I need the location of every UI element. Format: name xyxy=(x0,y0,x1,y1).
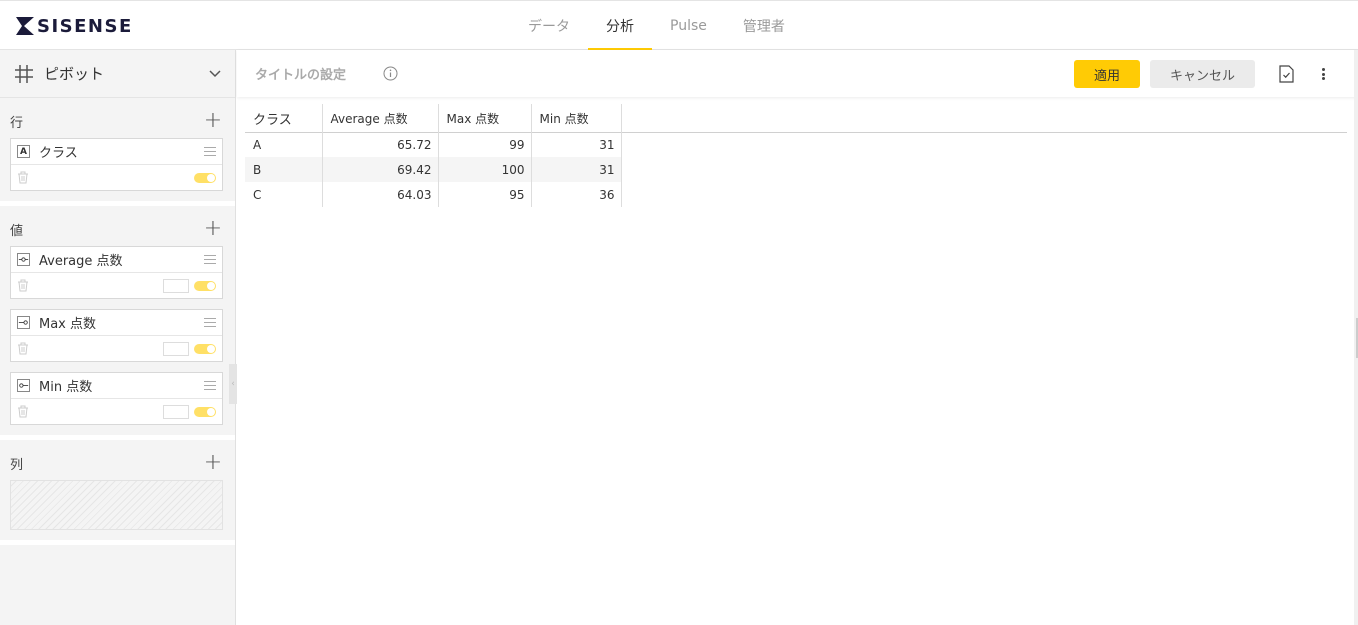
value-field-max[interactable]: Max 点数 xyxy=(10,309,223,362)
row-field-label: クラス xyxy=(39,146,78,161)
pivot-grid-icon xyxy=(15,64,33,83)
drag-handle-icon[interactable] xyxy=(204,381,216,390)
table-cell: 31 xyxy=(531,157,622,182)
table-cell: B xyxy=(245,157,323,182)
trash-icon[interactable] xyxy=(17,171,29,184)
columns-drop-zone[interactable] xyxy=(10,480,223,530)
table-header-row: クラス Average 点数 Max 点数 Min 点数 xyxy=(245,104,622,132)
table-cell: 64.03 xyxy=(322,182,439,207)
pivot-table: クラス Average 点数 Max 点数 Min 点数 A 65.72 99 … xyxy=(245,104,622,207)
trash-icon[interactable] xyxy=(17,405,29,418)
panel-collapse-handle[interactable]: ‹ xyxy=(229,364,237,404)
info-icon[interactable] xyxy=(383,66,398,81)
drag-handle-icon[interactable] xyxy=(204,318,216,327)
top-navbar: SISENSE データ 分析 Pulse 管理者 xyxy=(0,0,1358,51)
table-cell: 95 xyxy=(438,182,532,207)
document-check-icon[interactable] xyxy=(1279,65,1294,83)
value-toggle[interactable] xyxy=(194,343,216,354)
column-header[interactable]: クラス xyxy=(245,104,323,132)
sisense-logo[interactable]: SISENSE xyxy=(16,15,133,37)
row-toggle[interactable] xyxy=(194,172,216,183)
row-field[interactable]: A クラス xyxy=(10,138,223,191)
columns-title: 列 xyxy=(10,457,24,473)
trash-icon[interactable] xyxy=(17,342,29,355)
widget-designer-panel: ピボット 行 + A クラス 値 + Average 点数 Max 点数 Min… xyxy=(0,50,237,625)
trash-icon[interactable] xyxy=(17,279,29,292)
text-type-icon: A xyxy=(17,145,30,158)
table-cell: A xyxy=(245,132,323,157)
average-measure-icon xyxy=(17,253,30,266)
sisense-logo-icon xyxy=(16,17,34,35)
min-measure-icon xyxy=(17,379,30,392)
value-field-label: Average 点数 xyxy=(39,254,123,269)
add-column-button[interactable]: + xyxy=(203,452,223,474)
value-field-label: Min 点数 xyxy=(39,380,93,395)
logo-text: SISENSE xyxy=(37,15,133,37)
column-header[interactable]: Average 点数 xyxy=(322,104,439,132)
column-header[interactable]: Max 点数 xyxy=(438,104,532,132)
table-cell: 65.72 xyxy=(322,132,439,157)
table-cell: 31 xyxy=(531,132,622,157)
table-cell: 36 xyxy=(531,182,622,207)
format-box[interactable] xyxy=(163,404,189,419)
value-toggle[interactable] xyxy=(194,406,216,417)
table-cell: C xyxy=(245,182,323,207)
value-toggle[interactable] xyxy=(194,280,216,291)
add-row-button[interactable]: + xyxy=(203,110,223,132)
columns-section: 列 + xyxy=(0,440,235,545)
table-cell: 69.42 xyxy=(322,157,439,182)
table-row: C 64.03 95 36 xyxy=(245,182,622,207)
format-box[interactable] xyxy=(163,341,189,356)
table-cell: 100 xyxy=(438,157,532,182)
tab-admin[interactable]: 管理者 xyxy=(725,1,803,50)
tab-data[interactable]: データ xyxy=(510,1,588,50)
rows-section: 行 + A クラス xyxy=(0,98,235,206)
apply-button[interactable]: 適用 xyxy=(1074,60,1140,88)
drag-handle-icon[interactable] xyxy=(204,147,216,156)
add-value-button[interactable]: + xyxy=(203,218,223,240)
column-header[interactable]: Min 点数 xyxy=(531,104,622,132)
values-section: 値 + Average 点数 Max 点数 Min 点数 xyxy=(0,206,235,440)
more-options-icon[interactable] xyxy=(1317,66,1329,82)
value-field-label: Max 点数 xyxy=(39,317,97,332)
tab-analytics[interactable]: 分析 xyxy=(588,1,652,51)
widget-type-label: ピボット xyxy=(44,65,105,83)
format-box[interactable] xyxy=(163,278,189,293)
cancel-button[interactable]: キャンセル xyxy=(1150,60,1255,88)
drag-handle-icon[interactable] xyxy=(204,255,216,264)
chevron-down-icon[interactable] xyxy=(209,69,221,78)
value-field-min[interactable]: Min 点数 xyxy=(10,372,223,425)
table-row: B 69.42 100 31 xyxy=(245,157,622,182)
max-measure-icon xyxy=(17,316,30,329)
table-cell: 99 xyxy=(438,132,532,157)
widget-type-selector[interactable]: ピボット xyxy=(0,50,235,98)
main-nav: データ 分析 Pulse 管理者 xyxy=(510,1,803,51)
widget-preview-area: タイトルの設定 適用 キャンセル クラス Average 点数 Max 点数 M… xyxy=(237,50,1358,625)
value-field-average[interactable]: Average 点数 xyxy=(10,246,223,299)
table-row: A 65.72 99 31 xyxy=(245,132,622,157)
values-title: 値 xyxy=(10,223,24,239)
tab-pulse[interactable]: Pulse xyxy=(652,1,725,50)
widget-title-input[interactable]: タイトルの設定 xyxy=(255,64,375,83)
rows-title: 行 xyxy=(10,115,24,131)
